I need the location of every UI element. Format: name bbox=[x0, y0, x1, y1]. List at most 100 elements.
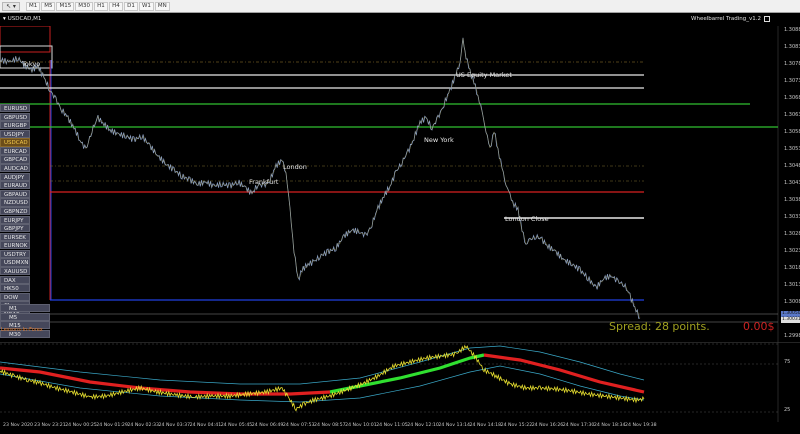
symbol-button-gbpjpy[interactable]: GBPJPY bbox=[0, 224, 30, 233]
session-label: US Equity Market bbox=[456, 71, 512, 79]
tf-panel-button-m5[interactable]: M5 bbox=[0, 312, 50, 321]
price-series bbox=[0, 37, 641, 319]
timeframe-button-m15[interactable]: M15 bbox=[56, 1, 75, 11]
time-axis-label: 24 Nov 19:38 bbox=[625, 423, 657, 428]
pnl-display: 0.00$ bbox=[743, 320, 775, 333]
symbol-button-gbpnzd[interactable]: GBPNZD bbox=[0, 206, 30, 216]
time-axis-label: 23 Nov 2020 bbox=[3, 423, 34, 428]
price-axis-label: 1.30385 bbox=[784, 197, 800, 203]
timeframe-toolbar: ↖ ▾ M1 M5 M15 M30 H1 H4 D1 W1 MN bbox=[0, 0, 800, 13]
tf-panel-button-m1[interactable]: M1 bbox=[0, 304, 50, 312]
symbol-button-dow[interactable]: DOW bbox=[0, 292, 30, 301]
asia-session-box bbox=[0, 26, 51, 53]
price-chart[interactable] bbox=[0, 26, 800, 342]
symbol-button-hk50[interactable]: HK50 bbox=[0, 284, 30, 293]
timeframe-button-w1[interactable]: W1 bbox=[138, 1, 154, 11]
indicator-subwindow[interactable] bbox=[0, 342, 800, 422]
price-axis-label: 1.30485 bbox=[784, 163, 800, 169]
symbol-button-gbpcad[interactable]: GBPCAD bbox=[0, 155, 30, 164]
indicator-axis-label: 75 bbox=[784, 359, 791, 365]
timeframe-buttons: M1 M5 M15 M30 H1 H4 D1 W1 MN bbox=[25, 1, 171, 11]
symbol-button-audjpy[interactable]: AUDJPY bbox=[0, 172, 30, 181]
symbol-button-usdmxn[interactable]: USDMXN bbox=[0, 258, 30, 267]
timeframe-button-h4[interactable]: H4 bbox=[108, 1, 123, 11]
time-axis-label: 24 Nov 18:34 bbox=[593, 423, 626, 428]
time-axis-label: 24 Nov 07:53 bbox=[282, 423, 315, 428]
session-label: London Close bbox=[505, 215, 549, 223]
symbol-button-eurusd[interactable]: EURUSD bbox=[0, 104, 30, 113]
indicator-trend-red-1 bbox=[0, 366, 331, 396]
indicator-oscillator bbox=[0, 344, 645, 412]
symbol-button-nzdusd[interactable]: NZDUSD bbox=[0, 198, 30, 207]
price-axis-label: 1.30585 bbox=[784, 129, 800, 135]
price-axis-label: 1.30885 bbox=[784, 27, 800, 33]
price-series-shadow bbox=[0, 38, 641, 319]
price-axis-label: 1.30335 bbox=[784, 214, 800, 220]
spread-display: Spread: 28 points. bbox=[609, 320, 710, 333]
price-axis-label: 1.30835 bbox=[784, 44, 800, 50]
session-label: London bbox=[283, 163, 307, 171]
price-axis-label: 1.30635 bbox=[784, 112, 800, 118]
symbol-button-eurgbp[interactable]: EURGBP bbox=[0, 121, 30, 130]
time-axis-label: 24 Nov 10:01 bbox=[345, 423, 377, 428]
symbol-button-eurcad[interactable]: EURCAD bbox=[0, 146, 30, 156]
time-axis-label: 24 Nov 01:29 bbox=[96, 423, 128, 428]
price-axis-label: 1.30685 bbox=[784, 95, 800, 101]
symbol-button-usdcad[interactable]: USDCAD bbox=[0, 138, 30, 147]
timeframe-button-m30[interactable]: M30 bbox=[75, 1, 93, 11]
time-axis-label: 24 Nov 14:18 bbox=[469, 423, 502, 428]
indicator-band-upper bbox=[0, 345, 645, 385]
cursor-tool-button[interactable]: ↖ ▾ bbox=[2, 1, 20, 11]
symbol-selector-panel: EURUSD GBPUSD EURGBP USDJPY USDCAD EURCAD GBPC… bbox=[0, 104, 30, 319]
current-price-tag: 1.30031 bbox=[781, 317, 800, 323]
ea-face-icon bbox=[764, 15, 770, 22]
symbol-button-dax[interactable]: DAX bbox=[0, 275, 30, 284]
price-axis-label: 1.30185 bbox=[784, 265, 800, 271]
symbol-button-usdtry[interactable]: USDTRY bbox=[0, 249, 30, 259]
time-axis-label: 23 Nov 23:21 bbox=[34, 423, 66, 428]
price-axis-label: 1.30085 bbox=[784, 299, 800, 305]
session-label: Frankfurt bbox=[249, 178, 279, 186]
symbol-button-gbpusd[interactable]: GBPUSD bbox=[0, 112, 30, 121]
chart-menu-icon[interactable]: ▾ bbox=[3, 16, 6, 22]
session-label: New York bbox=[424, 136, 454, 144]
symbol-button-eursek[interactable]: EURSEK bbox=[0, 232, 30, 241]
price-axis-label: 1.30785 bbox=[784, 61, 800, 67]
symbol-button-euraud[interactable]: EURAUD bbox=[0, 181, 30, 190]
timeframe-button-m1[interactable]: M1 bbox=[25, 1, 41, 11]
symbol-button-xauusd[interactable]: XAUUSD bbox=[0, 266, 30, 276]
time-axis-label: 24 Nov 03:37 bbox=[158, 423, 191, 428]
price-axis-label: 1.30285 bbox=[784, 231, 800, 237]
price-axis-label: 1.30235 bbox=[784, 248, 800, 254]
timeframe-button-h1[interactable]: H1 bbox=[93, 1, 108, 11]
price-axis-label: 1.30135 bbox=[784, 282, 800, 288]
time-axis-label: 24 Nov 06:49 bbox=[251, 423, 284, 428]
price-axis-label: 1.30735 bbox=[784, 78, 800, 84]
time-axis-label: 24 Nov 02:33 bbox=[127, 423, 159, 428]
time-axis-label: 24 Nov 13:14 bbox=[438, 423, 470, 428]
symbol-button-audcad[interactable]: AUDCAD bbox=[0, 164, 30, 173]
ea-name-text: Wheelbarrel Trading_v1.2 bbox=[691, 16, 761, 22]
time-axis-label: 24 Nov 04:41 bbox=[189, 423, 222, 428]
price-axis-label: 1.30535 bbox=[784, 146, 800, 152]
timeframe-button-mn[interactable]: MN bbox=[154, 1, 170, 11]
time-axis-label: 24 Nov 16:26 bbox=[531, 423, 564, 428]
price-axis-label: 1.29985 bbox=[784, 333, 800, 339]
lessons-label: Lessons-In-Forex bbox=[1, 327, 43, 333]
timeframe-button-m5[interactable]: M5 bbox=[41, 1, 56, 11]
symbol-button-eurjpy[interactable]: EURJPY bbox=[0, 215, 30, 224]
expert-advisor-label[interactable]: Wheelbarrel Trading_v1.2 bbox=[691, 15, 770, 24]
time-axis-label: 24 Nov 08:57 bbox=[314, 423, 346, 428]
symbol-button-usdjpy[interactable]: USDJPY bbox=[0, 129, 30, 138]
symbol-button-eurnok[interactable]: EURNOK bbox=[0, 241, 30, 250]
time-axis-label: 24 Nov 00:25 bbox=[65, 423, 97, 428]
time-axis-label: 24 Nov 05:45 bbox=[220, 423, 253, 428]
time-axis-label: 24 Nov 12:10 bbox=[407, 423, 439, 428]
indicator-axis-label: 25 bbox=[784, 407, 791, 413]
chart-window-title: ▾ USDCAD,M1 bbox=[3, 15, 41, 24]
symbol-button-gbpaud[interactable]: GBPAUD bbox=[0, 189, 30, 198]
time-axis-label: 24 Nov 11:05 bbox=[376, 423, 408, 428]
timeframe-button-d1[interactable]: D1 bbox=[123, 1, 138, 11]
time-axis-label: 24 Nov 17:30 bbox=[562, 423, 595, 428]
price-axis-label: 1.30435 bbox=[784, 180, 800, 186]
